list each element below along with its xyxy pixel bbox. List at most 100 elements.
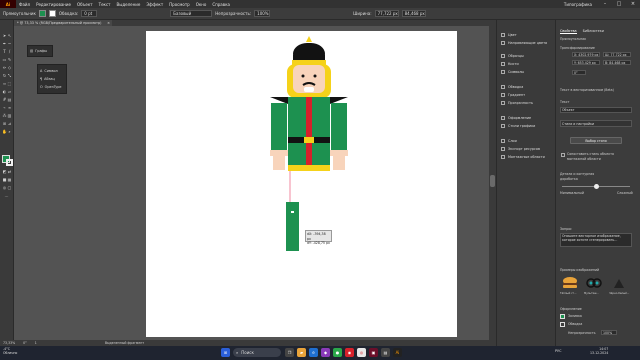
panel-appearance[interactable]: Оформление (501, 115, 531, 121)
curvature-tool-icon[interactable]: ~ (7, 41, 12, 46)
swap-colors-icon[interactable]: ⇄ (7, 169, 12, 174)
file-explorer-icon[interactable]: ▰ (297, 348, 306, 357)
app-icon-1[interactable]: ◆ (321, 348, 330, 357)
edit-toolbar-icon[interactable]: … (4, 193, 9, 198)
prompt-input[interactable]: Опишите векторное изображение, которое х… (560, 233, 632, 247)
appearance-fill-swatch[interactable] (560, 314, 565, 319)
tooltip-dy: dY: -428,75 px (307, 241, 330, 245)
right-shoulder[interactable] (330, 97, 348, 104)
blend-tool-icon[interactable]: ∞ (7, 105, 12, 110)
panel-stroke[interactable]: Обводка (501, 84, 523, 90)
panel-color-guide[interactable]: Направляющие цвета (501, 40, 547, 46)
hem[interactable] (288, 165, 330, 171)
properties-panel (556, 20, 640, 346)
scrollbar-thumb[interactable] (490, 175, 495, 187)
app-icon-4[interactable]: ▣ (369, 348, 378, 357)
tab-properties[interactable]: Свойства (560, 29, 577, 34)
choose-style-button[interactable]: Выбор стиля (570, 137, 622, 144)
stroke-color-swatch[interactable] (6, 159, 13, 166)
right-eye (313, 74, 317, 78)
panel-brushes[interactable]: Кисти (501, 61, 519, 67)
chrome-icon[interactable]: ◎ (357, 348, 366, 357)
panel-transparency[interactable]: Прозрачность (501, 100, 533, 106)
input-language[interactable]: РУС (555, 349, 561, 353)
layers-icon (501, 139, 505, 143)
graphs-flyout[interactable]: ▥ Графы (27, 45, 53, 57)
gradient-mode-icon[interactable]: ▦ (7, 177, 12, 182)
paintbrush-tool-icon[interactable]: ✎ (7, 57, 12, 62)
illustrator-taskbar-icon[interactable]: Ai (393, 348, 402, 357)
rotation-field[interactable]: 0° (572, 70, 586, 75)
transform-title: Трансформирование (560, 46, 595, 50)
paragraph-panel-item[interactable]: ¶ Абзац (40, 75, 64, 83)
object-select[interactable]: Объект (560, 107, 632, 113)
app-icon-2[interactable]: ● (333, 348, 342, 357)
tooltip-dx: dX: -394,38 px (307, 232, 326, 241)
system-clock[interactable]: 14:07 13.12.2024 (590, 347, 608, 355)
example-burger-icon[interactable] (562, 276, 578, 290)
line-tool-icon[interactable]: / (7, 49, 12, 54)
tools-panel: ➤ ↖ ✒ ~ T / ▭ ✎ ✏ ◇ ↻ ⤡ ≈ ⬚ ◐ ▱ # ▤ ⌁ ∞ … (0, 20, 14, 340)
appearance-opacity-label: Непрозрачность (568, 331, 596, 335)
gradient-tool-icon[interactable]: ▤ (7, 97, 12, 102)
rotation-angle[interactable]: 0° (23, 341, 27, 345)
panel-asset-export[interactable]: Экспорт ресурсов (501, 146, 540, 152)
task-view-icon[interactable]: ❐ (285, 348, 294, 357)
h-field[interactable]: В: 84,468 px (603, 60, 631, 65)
belt-buckle[interactable] (304, 137, 314, 143)
tab-libraries[interactable]: Библиотеки (583, 29, 604, 33)
x-field[interactable]: X: 4302,979 px (572, 52, 600, 57)
w-field[interactable]: Ш: 77,722 px (603, 52, 631, 57)
left-cuff[interactable] (270, 150, 288, 156)
panel-swatches[interactable]: Образцы (501, 53, 524, 59)
direct-selection-tool-icon[interactable]: ↖ (7, 33, 12, 38)
example-owl-icon[interactable] (586, 276, 602, 290)
appearance-stroke-swatch[interactable] (560, 322, 565, 327)
panel-artboards[interactable]: Монтажные области (501, 154, 545, 160)
paragraph-icon: ¶ (40, 77, 43, 81)
zoom-tool-icon[interactable]: ⌕ (7, 129, 12, 134)
match-style-checkbox[interactable] (561, 153, 565, 157)
graph-tool-icon[interactable]: ▥ (7, 113, 12, 118)
opentype-panel-item[interactable]: O OpenType (40, 83, 64, 91)
graph-icon: ▥ (30, 49, 34, 53)
current-tool-status[interactable]: Выделенный фрагмент (105, 341, 144, 345)
character-panel-item[interactable]: A Символ (40, 67, 64, 75)
panel-gradient[interactable]: Градиент (501, 92, 525, 98)
slice-tool-icon[interactable]: ⊿ (7, 121, 12, 126)
perspective-tool-icon[interactable]: ▱ (7, 89, 12, 94)
selection-handle[interactable] (291, 211, 294, 213)
right-hand[interactable] (333, 156, 345, 170)
taskbar-search[interactable]: ⌕ Поиск (233, 348, 281, 357)
detail-slider-thumb[interactable] (594, 184, 599, 189)
app-icon-3[interactable]: ◉ (345, 348, 354, 357)
character-icon: A (40, 69, 43, 73)
scale-tool-icon[interactable]: ⤡ (7, 73, 12, 78)
right-cuff[interactable] (330, 150, 348, 156)
symbols-icon (501, 70, 505, 74)
panel-layers[interactable]: Слои (501, 138, 517, 144)
artboard-number[interactable]: 1 (35, 341, 37, 345)
app-icon-5[interactable]: ▤ (381, 348, 390, 357)
free-transform-tool-icon[interactable]: ⬚ (7, 81, 12, 86)
panel-symbols[interactable]: Символы (501, 69, 524, 75)
edge-icon[interactable]: e (309, 348, 318, 357)
panel-color[interactable]: Цвет (501, 32, 517, 38)
y-field[interactable]: Y: 653,429 px (572, 60, 600, 65)
style-settings-dropdown[interactable]: Стили и настройки (560, 120, 632, 127)
eraser-tool-icon[interactable]: ◇ (7, 65, 12, 70)
example-bird-icon[interactable] (612, 276, 626, 290)
left-hand[interactable] (273, 156, 285, 170)
weather-widget[interactable]: -4°C Облачно (3, 347, 17, 355)
appearance-opacity-field[interactable]: 100% (601, 330, 617, 335)
panel-graphic-styles[interactable]: Стили графики (501, 123, 535, 129)
right-arm[interactable] (331, 103, 347, 153)
left-shoulder[interactable] (270, 97, 288, 104)
start-icon[interactable]: ⊞ (221, 348, 230, 357)
dragged-rectangle[interactable] (286, 202, 299, 251)
center-stripe[interactable] (306, 97, 312, 171)
zoom-level[interactable]: 73,33% (3, 341, 15, 345)
screen-mode-icon[interactable]: ▢ (7, 185, 12, 190)
example-2-label: Мультяш... (584, 292, 599, 295)
left-arm[interactable] (271, 103, 287, 153)
